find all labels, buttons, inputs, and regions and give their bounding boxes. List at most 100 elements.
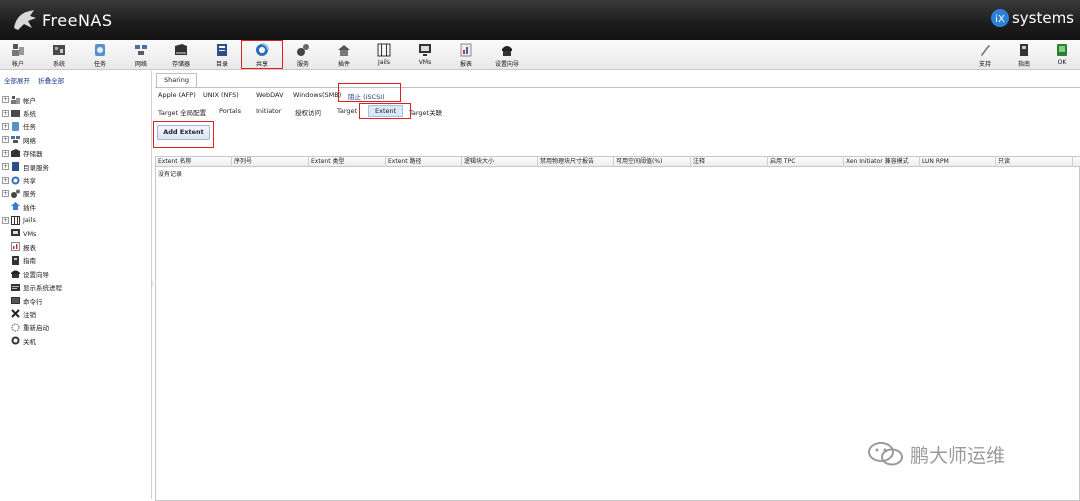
guide-icon — [11, 255, 20, 265]
col-extent-path[interactable]: Extent 路径 — [386, 157, 462, 167]
toolbar-vms[interactable]: VMs — [405, 41, 445, 68]
col-disable-physical-block-report[interactable]: 禁用物理块尺寸报告 — [538, 157, 614, 167]
toolbar-jails[interactable]: Jails — [364, 41, 404, 68]
tree-item-reporting[interactable]: 报表 — [2, 240, 62, 253]
tree-item-tasks[interactable]: + 任务 — [2, 120, 62, 133]
toolbar-network[interactable]: 网络 — [121, 41, 161, 68]
expand-all-link[interactable]: 全部展开 — [4, 77, 30, 85]
toolbar-wizard[interactable]: 设置向导 — [487, 41, 527, 68]
tree-item-shell[interactable]: 命令行 — [2, 294, 62, 307]
support-icon — [981, 45, 990, 56]
shutdown-icon — [11, 336, 20, 345]
tab-smb[interactable]: Windows(SMB) — [293, 91, 341, 99]
toolbar-reporting[interactable]: 报表 — [446, 41, 486, 68]
col-comment[interactable]: 注释 — [691, 157, 768, 167]
directory-icon — [217, 44, 227, 56]
highlight-add-extent — [153, 121, 214, 148]
ix-icon: iX — [990, 9, 1009, 27]
tree-item-plugins[interactable]: 插件 — [2, 200, 62, 213]
panel-splitter-handle[interactable]: ⁞ — [151, 280, 154, 294]
toolbar-alert-ok[interactable]: OK — [1042, 41, 1080, 68]
expand-icon[interactable]: + — [2, 149, 9, 157]
vendor-name: systems — [1011, 9, 1074, 27]
brand-name: FreeNAS — [42, 10, 113, 30]
ixsystems-logo[interactable]: iX systems — [990, 8, 1074, 28]
toolbar-support[interactable]: 支持 — [965, 41, 1005, 68]
tab-webdav[interactable]: WebDAV — [256, 91, 284, 99]
toolbar-system[interactable]: 系统 — [39, 41, 79, 68]
tab-target[interactable]: Target — [337, 107, 357, 115]
tab-afp[interactable]: Apple (AFP) — [158, 91, 196, 99]
plugins-icon — [338, 45, 350, 56]
tree-item-vms[interactable]: VMs — [2, 227, 62, 240]
toolbar-services[interactable]: 服务 — [283, 41, 323, 68]
services-icon — [11, 189, 20, 198]
services-icon — [297, 44, 309, 56]
toolbar-tasks[interactable]: 任务 — [80, 41, 120, 68]
toolbar-storage[interactable]: 存储器 — [161, 41, 201, 68]
expand-icon[interactable]: + — [2, 96, 9, 104]
col-enable-tpc[interactable]: 启用 TPC — [768, 157, 844, 167]
tree-item-guide[interactable]: 指南 — [2, 254, 62, 267]
watermark-text: 鹏大师运维 — [910, 444, 1006, 467]
system-icon — [11, 109, 20, 118]
toolbar-guide[interactable]: 指南 — [1004, 41, 1044, 68]
tab-authorized-access[interactable]: 授权访问 — [295, 107, 321, 117]
system-icon — [53, 45, 65, 55]
tree-item-directory-services[interactable]: + 目录服务 — [2, 160, 62, 173]
shell-icon — [11, 296, 20, 305]
main-content: Sharing Apple (AFP) UNIX (NFS) WebDAV Wi… — [153, 71, 1080, 501]
col-available-space-threshold[interactable]: 可用空间阈值(%) — [614, 157, 691, 167]
expand-icon[interactable]: + — [2, 216, 9, 224]
toolbar-account[interactable]: 帐户 — [0, 41, 38, 68]
col-serial[interactable]: 序列号 — [232, 157, 309, 167]
watermark: 鹏大师运维 — [866, 440, 1005, 468]
expand-icon[interactable]: + — [2, 189, 9, 197]
tab-portals[interactable]: Portals — [219, 107, 241, 115]
freenas-logo[interactable]: FreeNAS — [12, 7, 113, 33]
expand-icon[interactable]: + — [2, 122, 9, 130]
reboot-icon — [11, 323, 20, 332]
col-extent-type[interactable]: Extent 类型 — [309, 157, 386, 167]
expand-icon[interactable]: + — [2, 136, 9, 144]
toolbar-directory[interactable]: 目录 — [202, 41, 242, 68]
tree-controls: 全部展开 折叠全部 — [4, 75, 70, 85]
tab-target-extent[interactable]: Target关联 — [409, 107, 442, 117]
tree-item-account[interactable]: + 帐户 — [2, 93, 62, 106]
col-extent-name[interactable]: Extent 名称 — [156, 157, 232, 167]
collapse-all-link[interactable]: 折叠全部 — [38, 77, 64, 85]
tree-item-sharing[interactable]: + 共享 — [2, 173, 62, 186]
col-lun-rpm[interactable]: LUN RPM — [920, 157, 996, 167]
tree-item-logout[interactable]: 注销 — [2, 307, 62, 320]
tree-item-storage[interactable]: + 存储器 — [2, 147, 62, 160]
navigation-tree: + 帐户 + 系统 + 任务 + 网络 + 存储器 + 目录服务 + 共享 + 服务 插件 + J… — [2, 93, 62, 347]
tree-item-services[interactable]: + 服务 — [2, 187, 62, 200]
expand-icon[interactable]: + — [2, 109, 9, 117]
tab-sharing[interactable]: Sharing — [156, 73, 197, 87]
col-logical-block-size[interactable]: 逻辑块大小 — [462, 157, 538, 167]
expand-icon[interactable]: + — [2, 176, 9, 184]
jails-icon — [377, 43, 391, 57]
tree-item-shutdown[interactable]: 关机 — [2, 334, 62, 347]
toolbar-plugins[interactable]: 插件 — [324, 41, 364, 68]
tree-item-system[interactable]: + 系统 — [2, 106, 62, 119]
vms-icon — [11, 229, 20, 238]
col-read-only[interactable]: 只读 — [996, 157, 1073, 167]
highlight-extent-tab — [359, 103, 411, 119]
expand-icon[interactable]: + — [2, 163, 9, 171]
tab-initiator[interactable]: Initiator — [256, 107, 281, 115]
tree-item-network[interactable]: + 网络 — [2, 133, 62, 146]
col-xen-compat[interactable]: Xen Initiator 兼容模式 — [844, 157, 920, 167]
tree-item-reboot[interactable]: 重新启动 — [2, 321, 62, 334]
top-header: FreeNAS iX systems — [0, 0, 1080, 40]
directory-icon — [11, 162, 20, 172]
tree-item-wizard[interactable]: 设置向导 — [2, 267, 62, 280]
tree-item-jails[interactable]: + Jails — [2, 214, 62, 227]
tab-target-global-config[interactable]: Target 全局配置 — [158, 107, 206, 117]
highlight-iscsi-tab — [338, 83, 401, 102]
sharing-icon — [11, 176, 20, 185]
network-icon — [11, 135, 20, 144]
tree-item-processes[interactable]: 显示系统进程 — [2, 280, 62, 293]
tab-nfs[interactable]: UNIX (NFS) — [203, 91, 239, 99]
toolbar-sharing[interactable]: 共享 — [241, 40, 283, 69]
